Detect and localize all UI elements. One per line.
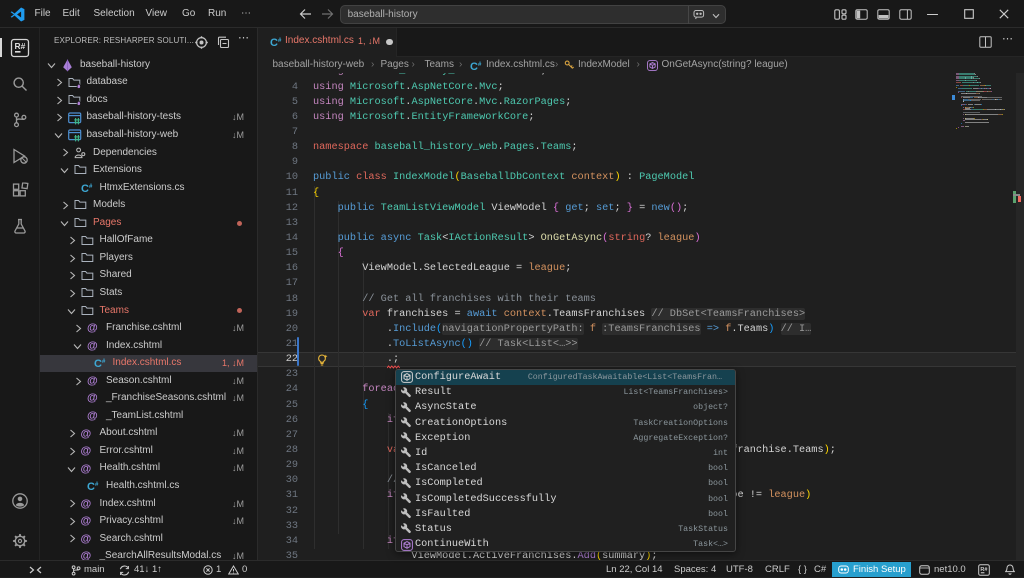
svg-text:C: C — [87, 481, 95, 492]
svg-text:C: C — [270, 37, 278, 48]
svg-text:C: C — [81, 183, 89, 194]
svg-text:#: # — [102, 359, 106, 365]
svg-text:#: # — [95, 482, 99, 488]
svg-text:R#: R# — [14, 41, 25, 51]
svg-text:#: # — [278, 38, 282, 44]
svg-text:#: # — [478, 62, 482, 68]
svg-text:C: C — [470, 61, 478, 72]
svg-text:C: C — [94, 358, 102, 369]
svg-text:#: # — [89, 184, 93, 190]
svg-text:R#: R# — [980, 567, 987, 573]
